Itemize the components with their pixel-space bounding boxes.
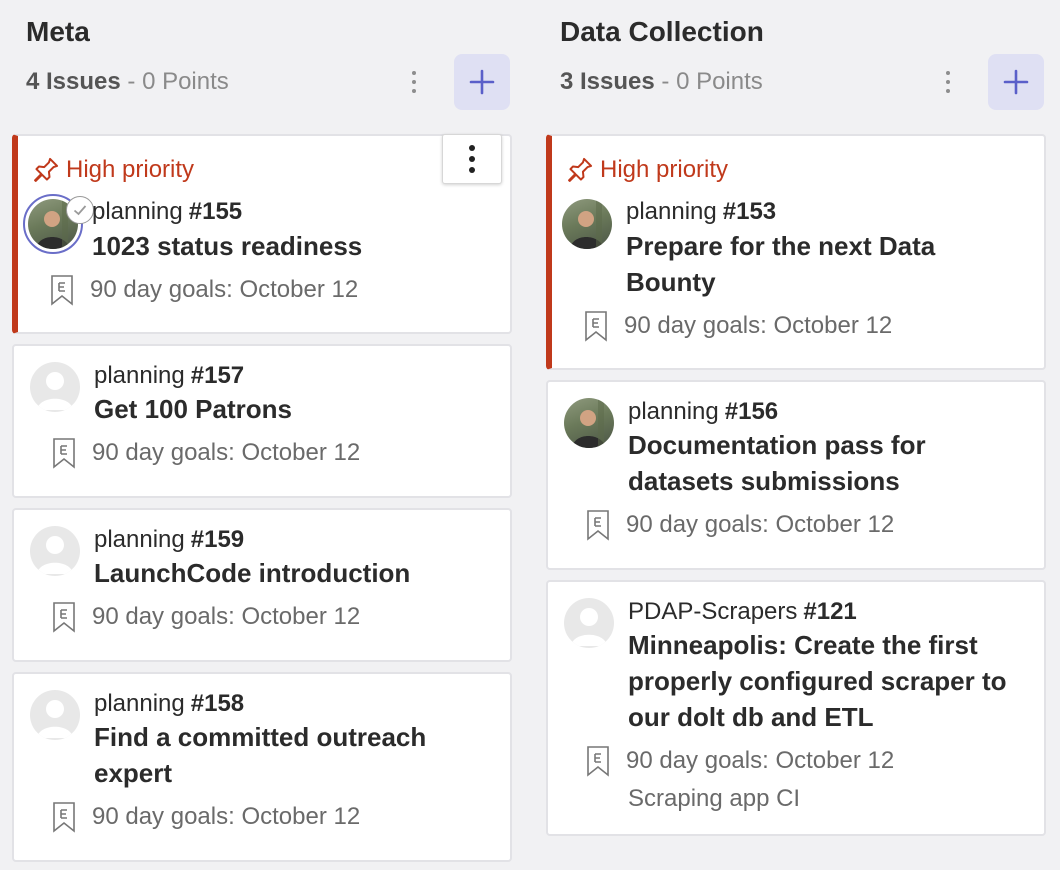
plus-icon bbox=[469, 69, 495, 95]
issue-number: #158 bbox=[190, 690, 245, 717]
milestone-bookmark-icon bbox=[585, 311, 607, 342]
column-stats: 3 Issues - 0 Points bbox=[560, 68, 763, 96]
milestone-text: 90 day goals: October 12 bbox=[626, 511, 895, 538]
repo-name: planning bbox=[94, 526, 185, 553]
pin-icon bbox=[568, 157, 593, 182]
milestone-bookmark-icon bbox=[53, 802, 75, 833]
milestone[interactable]: 90 day goals: October 12 bbox=[50, 801, 360, 833]
milestone-text: 90 day goals: October 12 bbox=[92, 603, 361, 630]
repo-name: planning bbox=[626, 198, 717, 225]
issue-reference[interactable]: planning #158 bbox=[94, 690, 244, 718]
milestone[interactable]: 90 day goals: October 12 bbox=[50, 601, 360, 633]
issue-card[interactable]: planning #158 Find a committed outreach e… bbox=[12, 672, 512, 862]
milestone-bookmark-icon bbox=[53, 602, 75, 633]
priority-label: High priority bbox=[566, 156, 728, 184]
avatar[interactable] bbox=[30, 362, 80, 412]
pipeline-label[interactable]: Scraping app CI bbox=[628, 785, 800, 813]
points-count: - 0 Points bbox=[654, 68, 763, 95]
issue-reference[interactable]: planning #156 bbox=[628, 398, 778, 426]
repo-name: PDAP-Scrapers bbox=[628, 598, 798, 625]
issue-number: #121 bbox=[803, 598, 857, 625]
issue-reference[interactable]: planning #157 bbox=[94, 362, 244, 390]
issue-number: #159 bbox=[190, 526, 245, 553]
milestone-bookmark-icon bbox=[587, 746, 609, 777]
repo-name: planning bbox=[94, 362, 185, 389]
avatar[interactable] bbox=[564, 598, 614, 648]
plus-icon bbox=[1003, 69, 1029, 95]
column-stats: 4 Issues - 0 Points bbox=[26, 68, 229, 96]
milestone[interactable]: 90 day goals: October 12 bbox=[584, 509, 894, 541]
add-card-button[interactable] bbox=[454, 54, 510, 110]
issue-number: #155 bbox=[188, 198, 243, 225]
issue-reference[interactable]: planning #159 bbox=[94, 526, 244, 554]
issue-title[interactable]: 1023 status readiness bbox=[92, 228, 492, 264]
issue-card[interactable]: planning #156 Documentation pass for data… bbox=[546, 380, 1046, 570]
issue-number: #153 bbox=[722, 198, 777, 225]
avatar[interactable] bbox=[30, 526, 80, 576]
issue-title[interactable]: Get 100 Patrons bbox=[94, 391, 494, 427]
points-count: - 0 Points bbox=[120, 68, 229, 95]
milestone-text: 90 day goals: October 12 bbox=[626, 747, 895, 774]
issue-number: #156 bbox=[724, 398, 779, 425]
avatar[interactable] bbox=[30, 690, 80, 740]
issue-card[interactable]: High priority planning #153 Prepare for t… bbox=[546, 134, 1046, 370]
issue-reference[interactable]: PDAP-Scrapers #121 bbox=[628, 598, 857, 626]
issue-card[interactable]: High priority planning #155 1023 status r… bbox=[12, 134, 512, 334]
priority-label: High priority bbox=[32, 156, 194, 184]
issue-title[interactable]: Prepare for the next Data Bounty bbox=[626, 228, 1026, 300]
milestone-text: 90 day goals: October 12 bbox=[624, 312, 893, 339]
milestone-bookmark-icon bbox=[587, 510, 609, 541]
issue-title[interactable]: LaunchCode introduction bbox=[94, 555, 494, 591]
avatar[interactable] bbox=[562, 199, 612, 249]
issue-number: #157 bbox=[190, 362, 245, 389]
issue-title[interactable]: Minneapolis: Create the first properly c… bbox=[628, 627, 1028, 735]
repo-name: planning bbox=[94, 690, 185, 717]
issue-count: 4 Issues bbox=[26, 68, 121, 95]
milestone[interactable]: 90 day goals: October 12 bbox=[582, 310, 892, 342]
issue-title[interactable]: Find a committed outreach expert bbox=[94, 719, 494, 791]
issue-count: 3 Issues bbox=[560, 68, 655, 95]
repo-name: planning bbox=[92, 198, 183, 225]
milestone[interactable]: 90 day goals: October 12 bbox=[50, 437, 360, 469]
issue-title[interactable]: Documentation pass for datasets submissi… bbox=[628, 427, 1028, 499]
repo-name: planning bbox=[628, 398, 719, 425]
check-circle-icon bbox=[66, 196, 94, 224]
milestone-text: 90 day goals: October 12 bbox=[90, 276, 359, 303]
add-card-button[interactable] bbox=[988, 54, 1044, 110]
priority-text: High priority bbox=[66, 156, 195, 183]
issue-reference[interactable]: planning #153 bbox=[626, 198, 776, 226]
column-title: Meta bbox=[26, 16, 90, 47]
column-menu-kebab-icon[interactable] bbox=[400, 64, 428, 100]
milestone[interactable]: 90 day goals: October 12 bbox=[584, 745, 894, 777]
column-title: Data Collection bbox=[560, 16, 764, 47]
pin-icon bbox=[34, 157, 59, 182]
priority-text: High priority bbox=[600, 156, 729, 183]
column-menu-kebab-icon[interactable] bbox=[934, 64, 962, 100]
milestone-text: 90 day goals: October 12 bbox=[92, 439, 361, 466]
milestone-bookmark-icon bbox=[51, 275, 73, 306]
card-menu-kebab-icon[interactable] bbox=[442, 134, 502, 184]
issue-reference[interactable]: planning #155 bbox=[92, 198, 242, 226]
issue-card[interactable]: PDAP-Scrapers #121 Minneapolis: Create th… bbox=[546, 580, 1046, 836]
avatar[interactable] bbox=[564, 398, 614, 448]
issue-card[interactable]: planning #157 Get 100 Patrons 90 day goal… bbox=[12, 344, 512, 498]
milestone[interactable]: 90 day goals: October 12 bbox=[48, 274, 358, 306]
milestone-bookmark-icon bbox=[53, 438, 75, 469]
issue-card[interactable]: planning #159 LaunchCode introduction 90 … bbox=[12, 508, 512, 662]
milestone-text: 90 day goals: October 12 bbox=[92, 803, 361, 830]
